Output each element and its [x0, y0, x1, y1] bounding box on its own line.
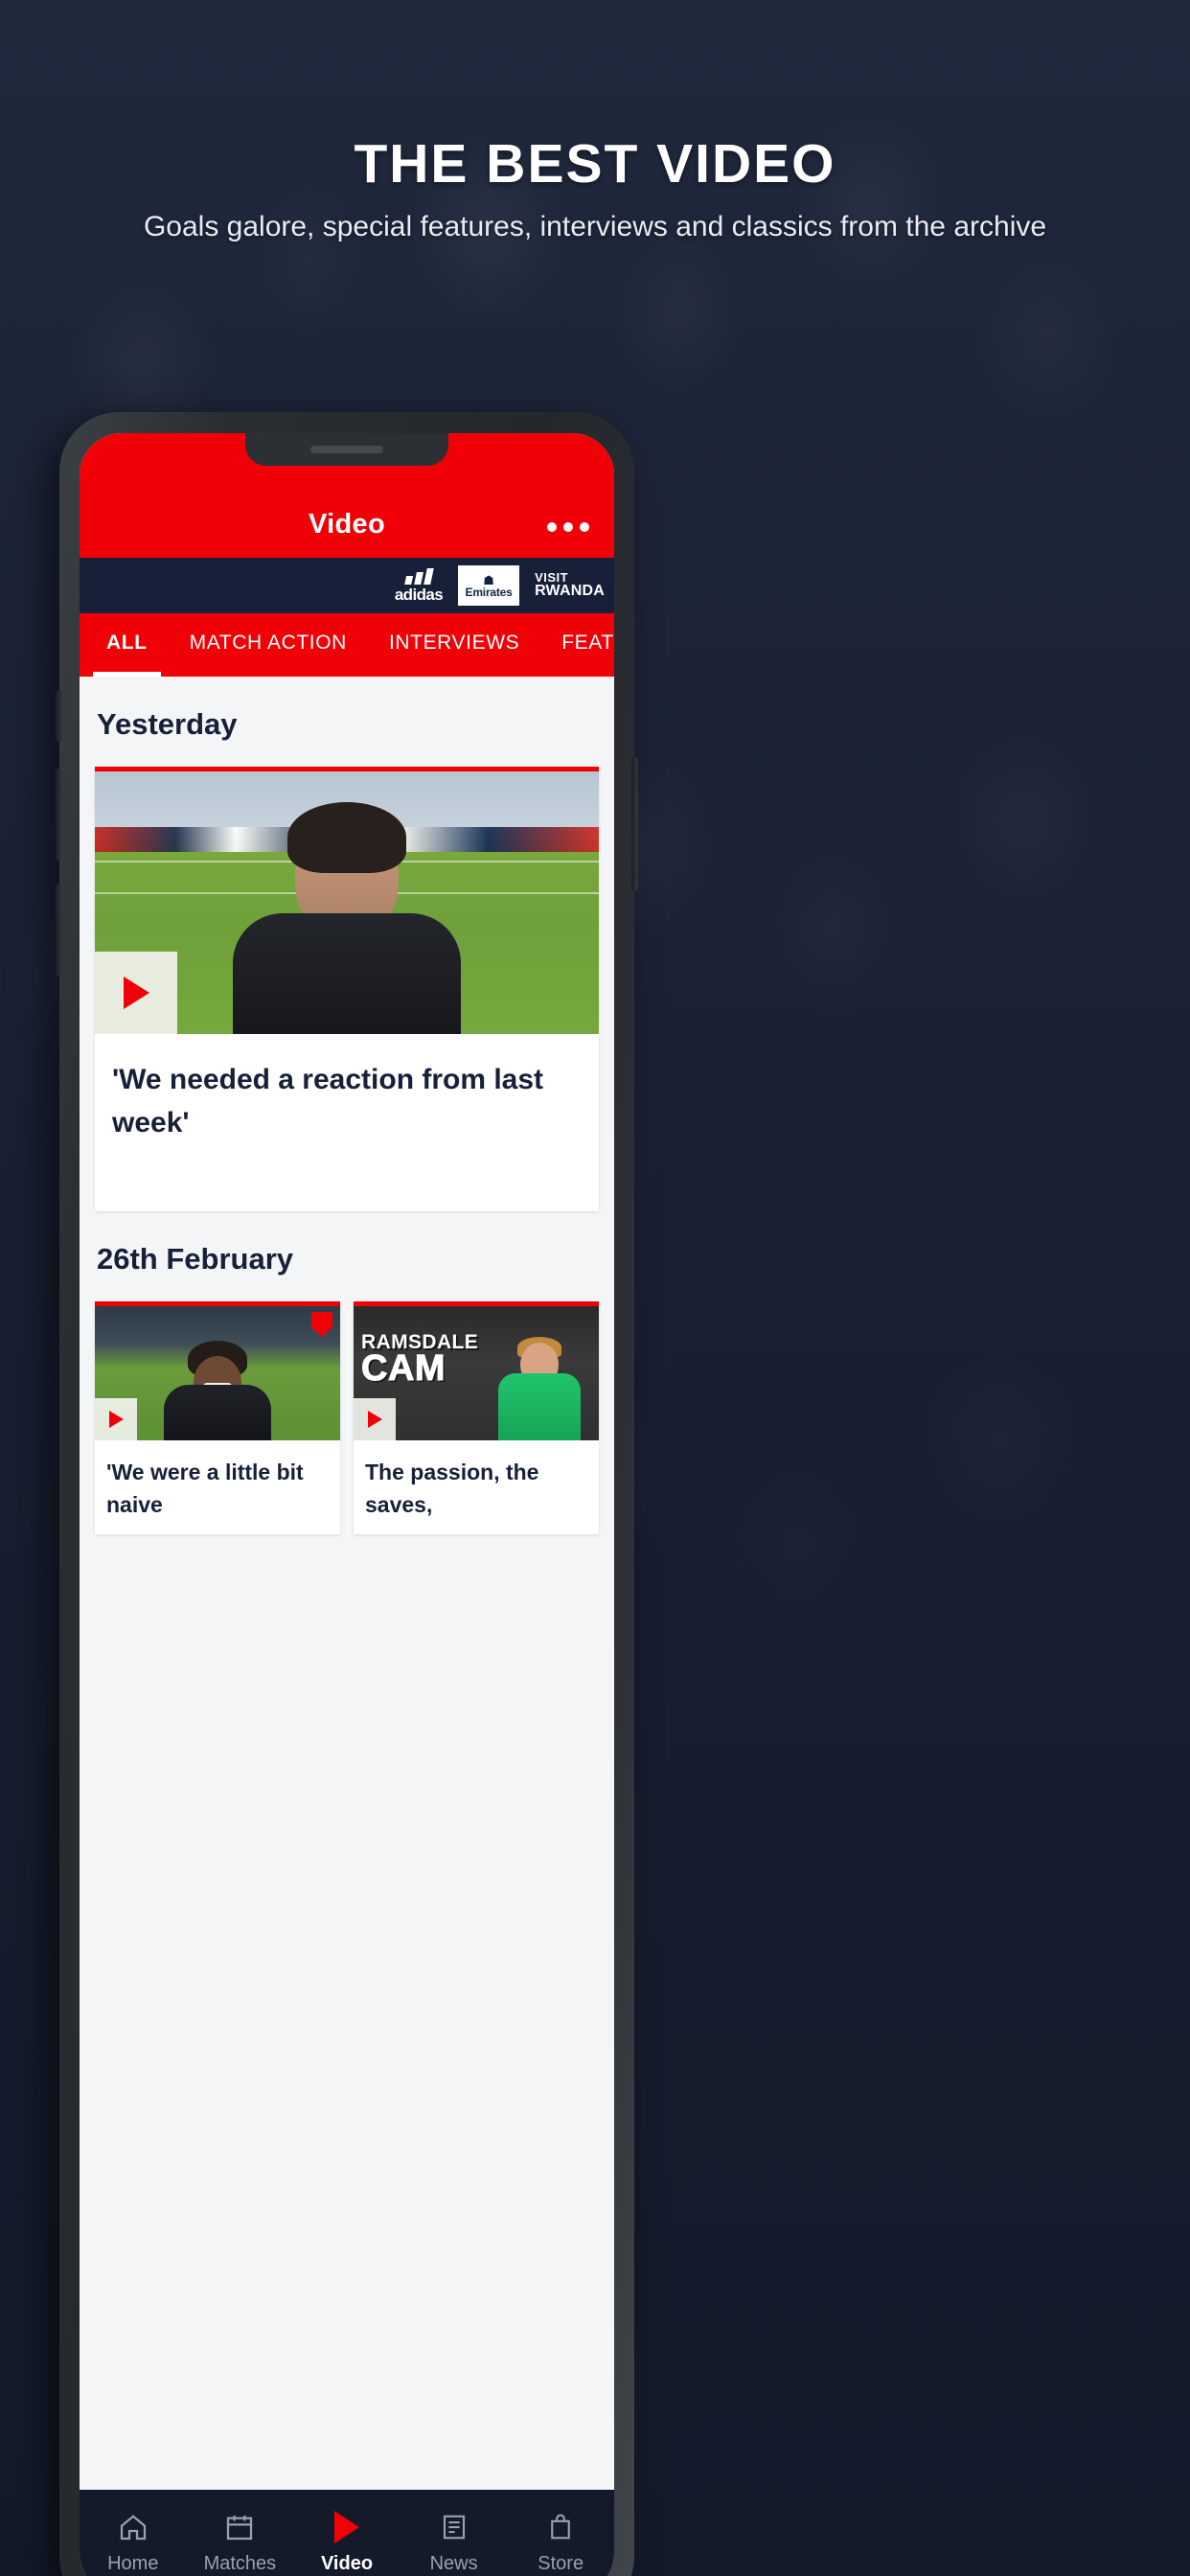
phone-volume-up-button — [56, 769, 62, 861]
phone-power-button — [631, 757, 638, 891]
video-headline[interactable]: 'We needed a reaction from last week' — [95, 1034, 599, 1211]
nav-label: Home — [107, 2552, 159, 2574]
video-headline[interactable]: 'We were a little bit naive — [95, 1440, 340, 1534]
video-thumbnail[interactable] — [95, 771, 599, 1034]
visit-rwanda-line1: VISIT — [535, 569, 569, 585]
goalkeeper-figure — [495, 1337, 584, 1440]
featured-video-card[interactable]: 'We needed a reaction from last week' — [95, 767, 599, 1211]
video-headline[interactable]: The passion, the saves, — [354, 1440, 599, 1534]
emirates-logo: ☗ Emirates — [458, 565, 520, 606]
player-figure — [161, 1341, 274, 1440]
nav-item-video[interactable]: Video — [293, 2510, 400, 2575]
promo-screen: THE BEST VIDEO Goals galore, special fea… — [0, 0, 1190, 2576]
section-heading-yesterday: Yesterday — [97, 707, 238, 741]
nav-item-news[interactable]: News — [400, 2511, 508, 2575]
nav-label: Video — [320, 2552, 374, 2574]
category-tab-bar[interactable]: ALL MATCH ACTION INTERVIEWS FEATURES — [80, 613, 614, 677]
nav-item-store[interactable]: Store — [507, 2511, 614, 2575]
nav-item-matches[interactable]: Matches — [187, 2511, 294, 2575]
video-card[interactable]: RAMSDALE CAM The passion, the saves, — [354, 1301, 599, 1534]
phone-notch — [245, 433, 448, 466]
more-horizontal-icon[interactable] — [547, 522, 589, 532]
play-icon — [333, 2510, 359, 2543]
promo-subtitle: Goals galore, special features, intervie… — [143, 211, 1047, 242]
video-thumbnail[interactable] — [95, 1306, 340, 1440]
tab-match-action[interactable]: MATCH ACTION — [169, 613, 368, 677]
video-card[interactable]: 'We were a little bit naive — [95, 1301, 340, 1534]
nav-label: Matches — [203, 2552, 277, 2574]
visit-rwanda-logo: VISIT RWANDA — [535, 571, 605, 600]
play-icon[interactable] — [95, 1398, 137, 1440]
sponsor-bar: adidas ☗ Emirates VISIT RWANDA — [80, 558, 614, 613]
visit-rwanda-line2: RWANDA — [535, 583, 605, 600]
nav-item-home[interactable]: Home — [80, 2511, 187, 2575]
section-heading-26th-february: 26th February — [97, 1242, 294, 1276]
bag-icon — [546, 2511, 575, 2543]
emirates-mark-icon: ☗ — [483, 572, 494, 587]
tab-all[interactable]: ALL — [85, 613, 169, 677]
promo-title: THE BEST VIDEO — [354, 133, 836, 195]
interviewee-figure — [227, 802, 467, 1034]
video-feed: Yesterday 'We needed a reaction from las… — [80, 677, 614, 1534]
arsenal-crest-icon — [311, 1312, 332, 1337]
thumbnail-overlay-text: RAMSDALE CAM — [360, 1332, 478, 1389]
phone-mockup: Video adidas ☗ Emirates VISIT RWANDA ALL… — [56, 412, 638, 2576]
play-icon[interactable] — [95, 952, 177, 1034]
calendar-icon — [224, 2511, 255, 2543]
phone-volume-down-button — [56, 884, 62, 976]
tab-interviews[interactable]: INTERVIEWS — [368, 613, 540, 677]
home-icon — [117, 2511, 149, 2543]
adidas-logo: adidas — [394, 568, 444, 604]
news-icon — [440, 2511, 469, 2543]
nav-label: News — [429, 2552, 478, 2574]
phone-mute-switch — [56, 690, 62, 742]
emirates-logo-label: Emirates — [465, 585, 513, 599]
earpiece-speaker — [310, 446, 383, 453]
bottom-navigation-bar[interactable]: Home Matches Video News Store — [80, 2490, 614, 2576]
play-icon[interactable] — [354, 1398, 396, 1440]
video-thumbnail[interactable]: RAMSDALE CAM — [354, 1306, 599, 1440]
overlay-line2: CAM — [360, 1347, 446, 1389]
adidas-logo-label: adidas — [394, 586, 444, 604]
nav-label: Store — [538, 2552, 584, 2574]
phone-screen: Video adidas ☗ Emirates VISIT RWANDA ALL… — [80, 433, 614, 2576]
tab-features[interactable]: FEATURES — [540, 613, 614, 677]
video-card-row: 'We were a little bit naive RAMSDALE CAM — [80, 1301, 614, 1534]
page-title: Video — [309, 509, 385, 540]
